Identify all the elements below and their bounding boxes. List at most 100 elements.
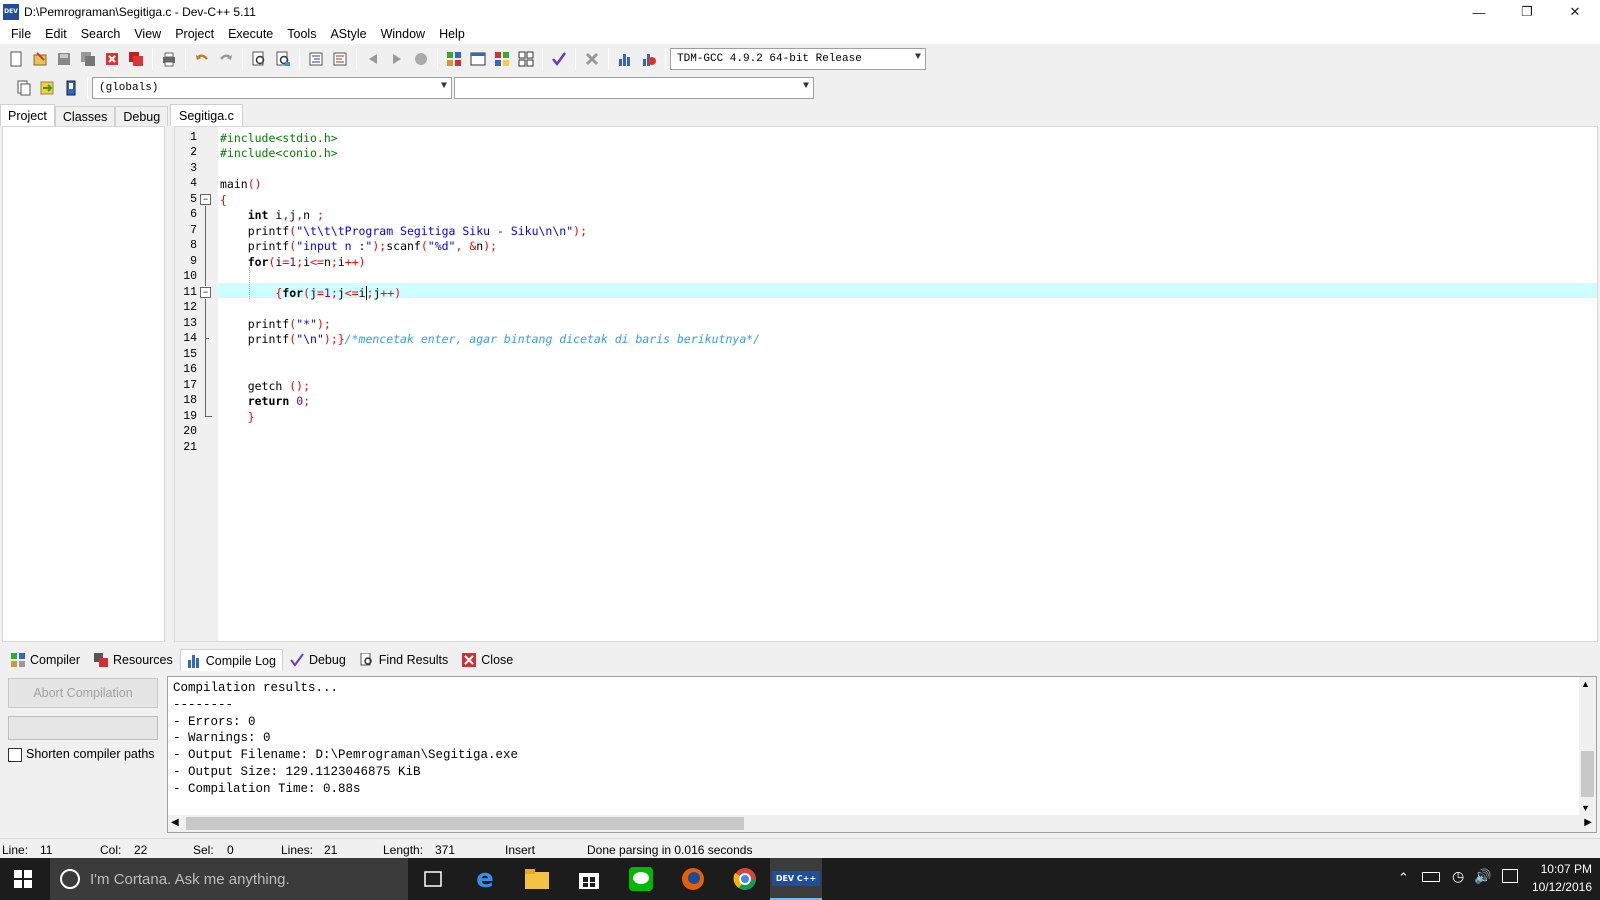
find-icon[interactable] bbox=[248, 48, 270, 70]
chevron-down-icon: ▼ bbox=[802, 81, 809, 92]
print-icon[interactable] bbox=[158, 48, 180, 70]
menu-search[interactable]: Search bbox=[74, 27, 128, 41]
store-icon[interactable] bbox=[574, 864, 604, 894]
clock-date[interactable]: 10/12/2016 bbox=[1524, 880, 1592, 894]
replace-icon[interactable] bbox=[272, 48, 294, 70]
tab-close[interactable]: Close bbox=[455, 649, 520, 671]
tab-project[interactable]: Project bbox=[0, 104, 55, 126]
stop-execution-icon[interactable] bbox=[581, 48, 603, 70]
abort-compilation-button[interactable]: Abort Compilation bbox=[8, 678, 158, 708]
compile-icon[interactable] bbox=[443, 48, 465, 70]
scroll-thumb[interactable] bbox=[1581, 751, 1594, 797]
editor-tab-segitiga[interactable]: Segitiga.c bbox=[170, 104, 243, 126]
compile-run-icon[interactable] bbox=[491, 48, 513, 70]
tab-find-results[interactable]: Find Results bbox=[353, 649, 455, 671]
close-window-button[interactable]: ✕ bbox=[1552, 0, 1598, 24]
maximize-button[interactable]: ❐ bbox=[1504, 0, 1550, 24]
cortana-search-box[interactable]: I'm Cortana. Ask me anything. bbox=[50, 858, 408, 900]
save-icon[interactable] bbox=[53, 48, 75, 70]
volume-icon[interactable]: 🔊 bbox=[1474, 868, 1491, 885]
member-select[interactable]: ▼ bbox=[454, 77, 814, 99]
scroll-right-icon[interactable]: ▶ bbox=[1584, 817, 1592, 828]
open-file-icon[interactable] bbox=[29, 48, 51, 70]
firefox-icon[interactable] bbox=[678, 864, 708, 894]
log-line: Compilation results... bbox=[173, 681, 339, 695]
menu-file[interactable]: File bbox=[4, 27, 38, 41]
menu-execute[interactable]: Execute bbox=[221, 27, 280, 41]
compiler-select[interactable]: TDM-GCC 4.9.2 64-bit Release ▼ bbox=[670, 48, 926, 70]
undo-icon[interactable] bbox=[191, 48, 213, 70]
line-app-icon[interactable] bbox=[626, 864, 656, 894]
rebuild-all-icon[interactable] bbox=[515, 48, 537, 70]
chrome-icon[interactable] bbox=[730, 864, 760, 894]
log-vertical-scrollbar[interactable]: ▲ ▼ bbox=[1579, 677, 1596, 817]
goto-forward-icon[interactable] bbox=[386, 48, 408, 70]
indent-icon[interactable] bbox=[305, 48, 327, 70]
new-file-icon[interactable] bbox=[5, 48, 27, 70]
scope-select[interactable]: (globals) ▼ bbox=[92, 77, 452, 99]
bottom-panel-tabs: Compiler Resources Compile Log Debug Fin… bbox=[0, 648, 1600, 672]
line-number: 12 bbox=[183, 301, 197, 314]
compiler-select-value: TDM-GCC 4.9.2 64-bit Release bbox=[677, 53, 862, 65]
tab-resources[interactable]: Resources bbox=[87, 649, 180, 671]
wifi-icon[interactable]: ◷ bbox=[1452, 868, 1464, 885]
menu-view[interactable]: View bbox=[127, 27, 168, 41]
scroll-up-icon[interactable]: ▲ bbox=[1581, 679, 1590, 689]
scroll-down-icon[interactable]: ▼ bbox=[1581, 803, 1590, 813]
menu-astyle[interactable]: AStyle bbox=[323, 27, 373, 41]
fold-toggle[interactable]: − bbox=[200, 194, 211, 205]
scroll-thumb[interactable] bbox=[186, 817, 744, 830]
clock-time[interactable]: 10:07 PM bbox=[1530, 862, 1592, 876]
menu-window[interactable]: Window bbox=[374, 27, 432, 41]
run-icon[interactable] bbox=[467, 48, 489, 70]
goto-definition-icon[interactable] bbox=[60, 77, 82, 99]
log-horizontal-scrollbar[interactable]: ◀ ▶ bbox=[168, 815, 1596, 832]
code-editor[interactable]: 1 2 3 4 5 6 7 8 9 10 11 12 13 14 15 16 1… bbox=[174, 126, 1598, 642]
menu-tools[interactable]: Tools bbox=[280, 27, 323, 41]
menu-help[interactable]: Help bbox=[432, 27, 472, 41]
profile-icon[interactable] bbox=[614, 48, 636, 70]
fold-toggle[interactable]: − bbox=[200, 287, 211, 298]
tab-find-results-label: Find Results bbox=[378, 653, 449, 667]
scroll-left-icon[interactable]: ◀ bbox=[171, 817, 179, 828]
code-line-11: {for(j=1;j<=i;j++) bbox=[275, 286, 402, 300]
close-all-icon[interactable] bbox=[125, 48, 147, 70]
edge-browser-icon[interactable]: e bbox=[470, 864, 500, 894]
delete-profile-icon[interactable] bbox=[638, 48, 660, 70]
close-file-icon[interactable] bbox=[101, 48, 123, 70]
tab-debug[interactable]: Debug bbox=[115, 106, 169, 126]
log-line: - Errors: 0 bbox=[173, 715, 256, 729]
devcpp-app-icon: DEV bbox=[3, 4, 19, 20]
goto-declaration-icon[interactable] bbox=[36, 77, 58, 99]
tab-compile-log[interactable]: Compile Log bbox=[179, 649, 283, 671]
tab-debug-bottom[interactable]: Debug bbox=[283, 649, 353, 671]
show-hidden-icons[interactable]: ⌃ bbox=[1398, 870, 1409, 886]
compiler-icon bbox=[11, 653, 25, 667]
tab-compiler[interactable]: Compiler bbox=[4, 649, 87, 671]
windows-start-icon[interactable] bbox=[8, 864, 38, 894]
project-browser[interactable] bbox=[2, 126, 165, 642]
bookmark-icon[interactable] bbox=[410, 48, 432, 70]
goto-back-icon[interactable] bbox=[362, 48, 384, 70]
file-explorer-icon[interactable] bbox=[522, 864, 552, 894]
menu-edit[interactable]: Edit bbox=[38, 27, 74, 41]
shorten-paths-checkbox[interactable] bbox=[8, 748, 22, 762]
line-number: 19 bbox=[183, 410, 197, 423]
log-line: - Warnings: 0 bbox=[173, 731, 271, 745]
status-sel-label: Sel: bbox=[193, 843, 214, 857]
devcpp-taskbar-icon[interactable]: DEV C++ bbox=[770, 858, 822, 900]
syntax-check-icon[interactable] bbox=[548, 48, 570, 70]
notifications-icon[interactable] bbox=[1502, 869, 1518, 883]
current-line-highlight bbox=[218, 283, 1597, 298]
task-view-icon[interactable] bbox=[418, 864, 448, 894]
code-line-6: int i,j,n ; bbox=[247, 208, 324, 222]
insert-icon[interactable] bbox=[12, 77, 34, 99]
compile-log-output[interactable]: Compilation results... -------- - Errors… bbox=[167, 676, 1597, 833]
tab-classes[interactable]: Classes bbox=[54, 106, 116, 126]
redo-icon[interactable] bbox=[215, 48, 237, 70]
unindent-icon[interactable] bbox=[329, 48, 351, 70]
menu-project[interactable]: Project bbox=[168, 27, 221, 41]
minimize-button[interactable]: — bbox=[1456, 0, 1502, 24]
battery-icon[interactable] bbox=[1422, 872, 1440, 882]
save-all-icon[interactable] bbox=[77, 48, 99, 70]
